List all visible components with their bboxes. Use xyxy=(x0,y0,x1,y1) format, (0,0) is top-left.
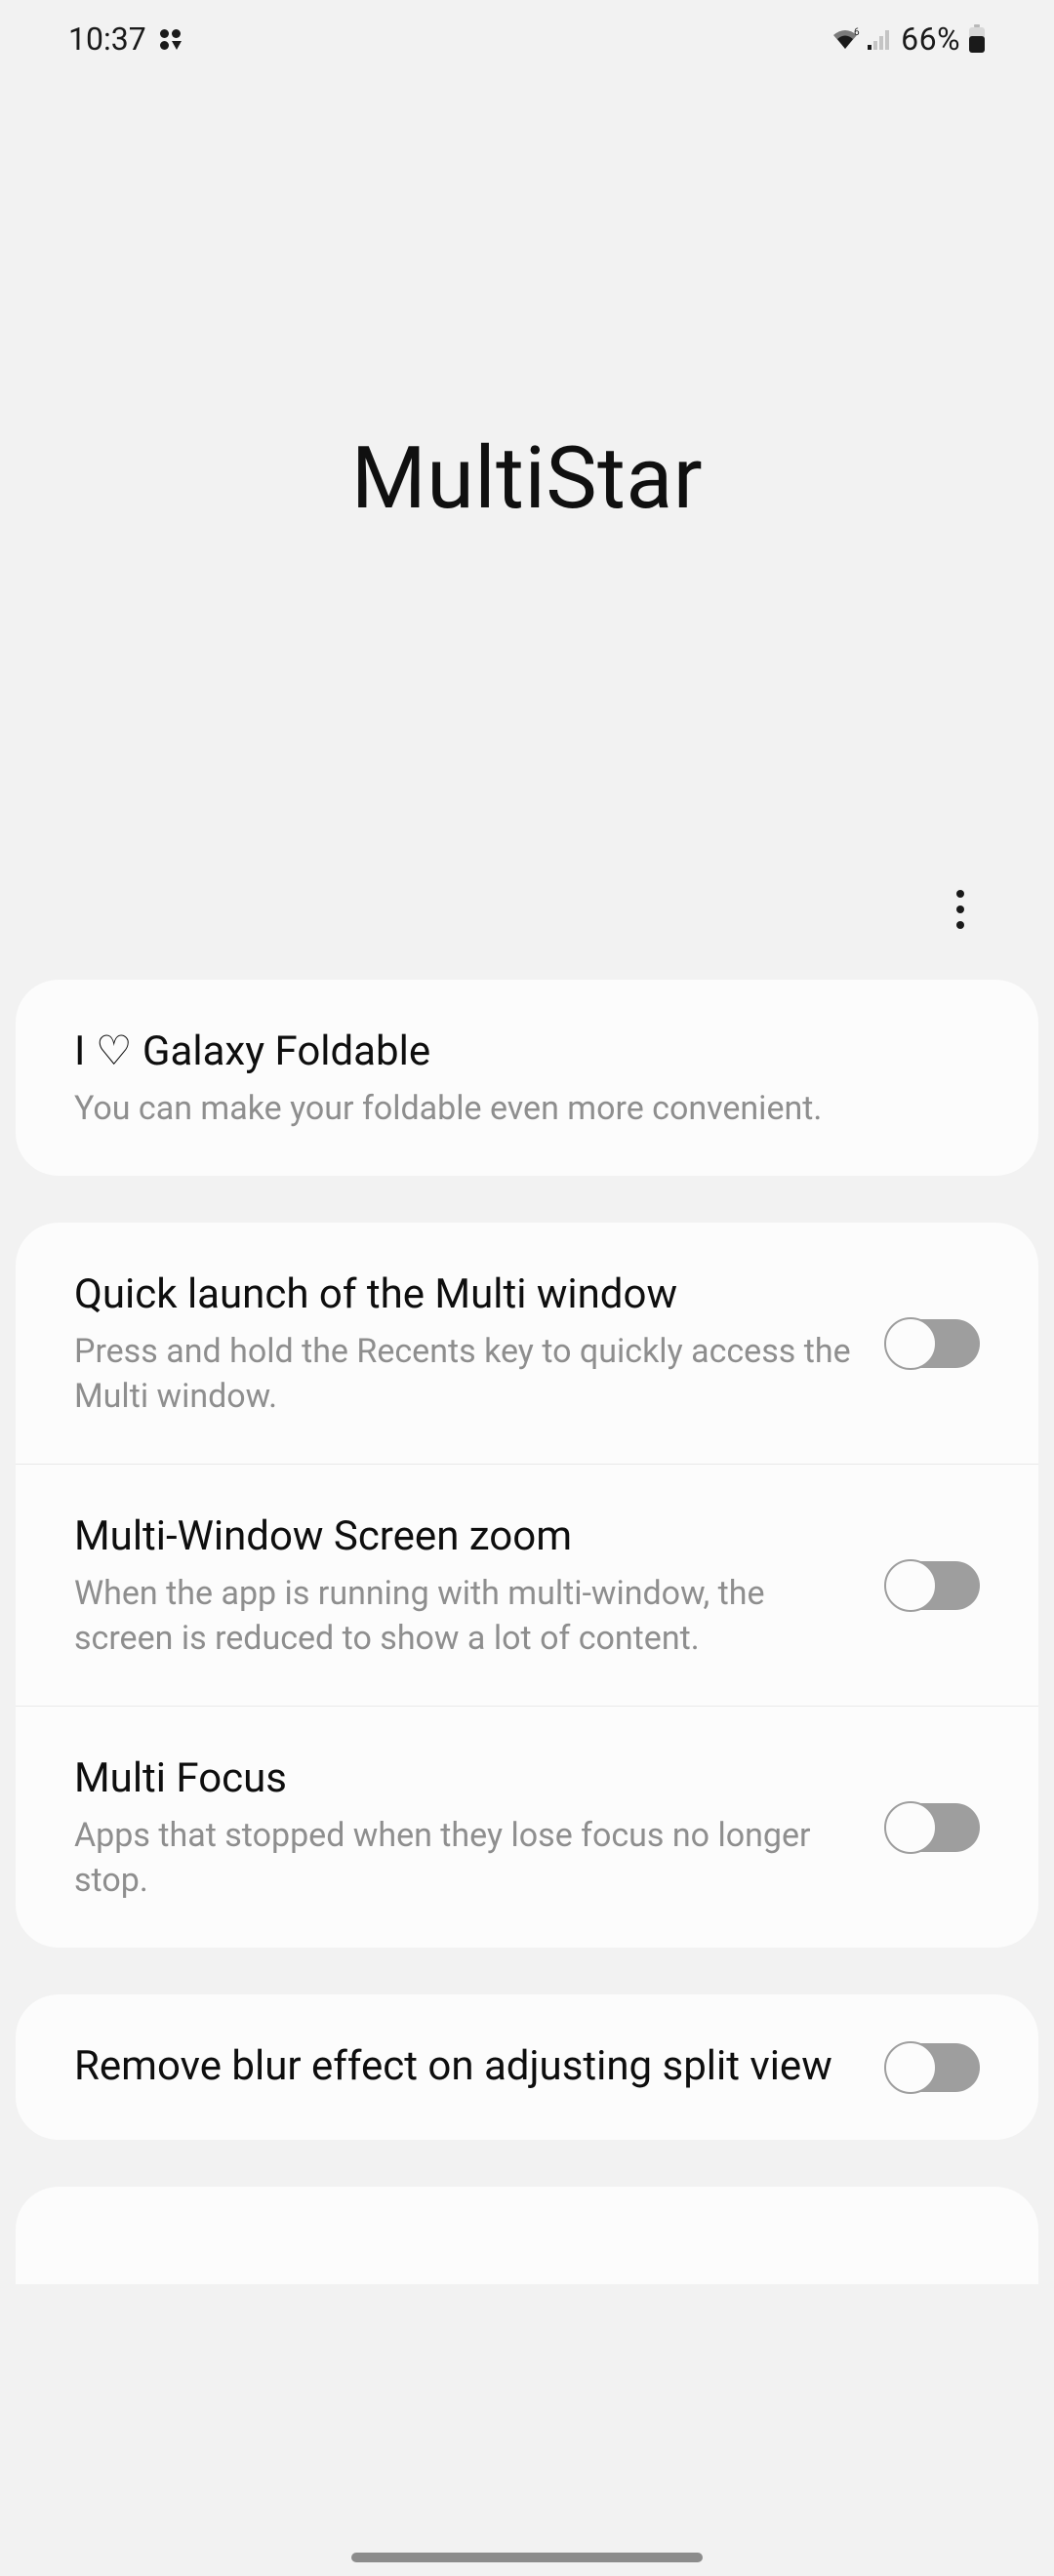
status-bar: 10:37 6 66% xyxy=(0,0,1054,78)
notifications-icon xyxy=(160,29,181,50)
row-quick-launch[interactable]: Quick launch of the Multi window Press a… xyxy=(16,1223,1038,1465)
toggle-remove-blur[interactable] xyxy=(886,2043,980,2092)
settings-content[interactable]: I ♡ Galaxy Foldable You can make your fo… xyxy=(0,980,1054,2284)
row-title: Multi-Window Screen zoom xyxy=(74,1509,867,1565)
toggle-screen-zoom[interactable] xyxy=(886,1561,980,1610)
more-vert-icon xyxy=(956,890,964,929)
toggle-quick-launch[interactable] xyxy=(886,1319,980,1368)
battery-percentage: 66% xyxy=(901,20,960,58)
status-time: 10:37 xyxy=(68,20,146,58)
nav-gesture-handle[interactable] xyxy=(351,2553,703,2562)
toggle-multi-focus[interactable] xyxy=(886,1803,980,1852)
status-right: 6 66% xyxy=(831,20,986,58)
row-remove-blur[interactable]: Remove blur effect on adjusting split vi… xyxy=(16,1994,1038,2140)
overflow-menu-button[interactable] xyxy=(929,878,992,941)
row-title: Remove blur effect on adjusting split vi… xyxy=(74,2039,867,2095)
row-subtitle: Press and hold the Recents key to quickl… xyxy=(74,1329,867,1419)
row-subtitle: Apps that stopped when they lose focus n… xyxy=(74,1813,867,1903)
page-title: MultiStar xyxy=(351,428,703,529)
battery-icon xyxy=(968,24,986,54)
toolbar xyxy=(0,878,1054,980)
row-galaxy-foldable[interactable]: I ♡ Galaxy Foldable You can make your fo… xyxy=(16,980,1038,1176)
row-multi-focus[interactable]: Multi Focus Apps that stopped when they … xyxy=(16,1707,1038,1948)
row-title-partial xyxy=(74,2232,980,2284)
hero-area: MultiStar xyxy=(0,78,1054,878)
row-title: I ♡ Galaxy Foldable xyxy=(74,1025,960,1080)
settings-group: Remove blur effect on adjusting split vi… xyxy=(16,1994,1038,2140)
row-subtitle: When the app is running with multi-windo… xyxy=(74,1571,867,1661)
status-left: 10:37 xyxy=(68,20,181,58)
row-subtitle: You can make your foldable even more con… xyxy=(74,1086,960,1131)
row-title: Quick launch of the Multi window xyxy=(74,1268,867,1323)
row-screen-zoom[interactable]: Multi-Window Screen zoom When the app is… xyxy=(16,1465,1038,1707)
svg-text:6: 6 xyxy=(854,27,860,38)
settings-group: Quick launch of the Multi window Press a… xyxy=(16,1223,1038,1948)
signal-icon xyxy=(868,27,893,51)
wifi-icon: 6 xyxy=(831,27,860,51)
row-title: Multi Focus xyxy=(74,1751,867,1807)
settings-group-partial[interactable] xyxy=(16,2187,1038,2284)
settings-group: I ♡ Galaxy Foldable You can make your fo… xyxy=(16,980,1038,1176)
